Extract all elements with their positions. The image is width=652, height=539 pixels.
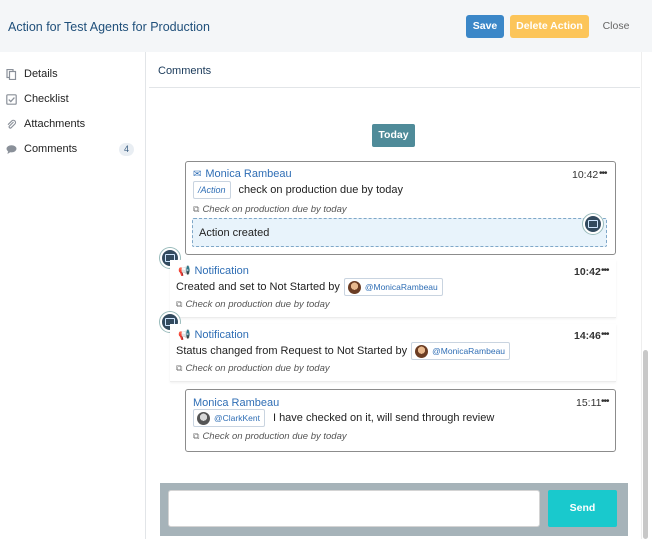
more-options-icon[interactable]: ••• xyxy=(601,329,609,340)
comment-text: I have checked on it, will send through … xyxy=(272,412,495,424)
avatar xyxy=(347,280,361,294)
author-name: Monica Rambeau xyxy=(205,168,292,180)
comment-reference[interactable]: ⧉ Check on production due by today xyxy=(176,363,330,374)
author-name: Notification xyxy=(194,265,249,277)
envelope-icon: ✉ xyxy=(193,168,202,180)
comment-reference[interactable]: ⧉ Check on production due by today xyxy=(193,204,347,215)
notification-author: 📢 Notification xyxy=(178,265,249,277)
save-button[interactable]: Save xyxy=(466,15,504,38)
comment-input[interactable] xyxy=(168,490,540,527)
sidebar-item-label: Checklist xyxy=(24,93,69,105)
comment-author[interactable]: ✉ Monica Rambeau xyxy=(193,168,292,180)
comment-text: Created and set to Not Started by xyxy=(176,281,340,293)
attached-event-text: Action created xyxy=(199,227,270,239)
date-divider: Today xyxy=(372,124,415,147)
reference-text: Check on production due by today xyxy=(202,204,347,215)
author-name: Monica Rambeau xyxy=(193,397,280,409)
sidebar: Details Checklist Attachments Comments 4 xyxy=(0,52,146,539)
user-mention[interactable]: @MonicaRambeau xyxy=(343,278,443,296)
sidebar-item-label: Details xyxy=(24,68,58,80)
comment-text: Status changed from Request to Not Start… xyxy=(176,345,408,357)
close-button[interactable]: Close xyxy=(598,15,634,38)
mention-name: @ClarkKent xyxy=(214,413,260,423)
link-icon: ⧉ xyxy=(176,299,183,309)
checkbox-icon xyxy=(6,93,17,105)
sidebar-item-attachments[interactable]: Attachments xyxy=(6,115,140,133)
more-options-icon[interactable]: ••• xyxy=(599,168,607,179)
comment-text: check on production due by today xyxy=(238,184,404,196)
delete-action-button[interactable]: Delete Action xyxy=(510,15,589,38)
comment-message: /Action check on production due by today xyxy=(193,181,403,199)
comment-author[interactable]: Monica Rambeau xyxy=(193,397,279,409)
mention-name: @MonicaRambeau xyxy=(364,282,438,292)
comments-heading: Comments xyxy=(158,65,212,77)
notification-author: 📢 Notification xyxy=(178,329,249,341)
comment-message: Created and set to Not Started by @Monic… xyxy=(176,278,447,296)
more-options-icon[interactable]: ••• xyxy=(601,396,609,407)
comment-time: 15:11 xyxy=(576,397,602,409)
reference-text: Check on production due by today xyxy=(202,431,347,442)
scrollbar-thumb[interactable] xyxy=(643,350,648,539)
link-icon: ⧉ xyxy=(176,363,183,373)
action-tag[interactable]: /Action xyxy=(193,181,231,199)
megaphone-icon: 📢 xyxy=(178,265,191,277)
mention-name: @MonicaRambeau xyxy=(432,346,506,356)
sidebar-item-label: Attachments xyxy=(24,118,86,130)
link-icon: ⧉ xyxy=(193,431,200,441)
comment-reference[interactable]: ⧉ Check on production due by today xyxy=(193,431,347,442)
sidebar-item-checklist[interactable]: Checklist xyxy=(6,90,140,108)
comment-time: 10:42 xyxy=(574,266,601,278)
avatar xyxy=(197,411,210,425)
avatar xyxy=(415,344,429,358)
author-name: Notification xyxy=(194,329,249,341)
send-button[interactable]: Send xyxy=(548,490,617,527)
paperclip-icon xyxy=(6,119,17,130)
comment-reference[interactable]: ⧉ Check on production due by today xyxy=(176,299,330,310)
sidebar-item-label: Comments xyxy=(24,143,78,155)
comment-message: Status changed from Request to Not Start… xyxy=(176,342,514,360)
more-options-icon[interactable]: ••• xyxy=(601,265,609,276)
comments-header: Comments xyxy=(149,52,640,88)
sidebar-item-details[interactable]: Details xyxy=(6,65,140,83)
link-icon: ⧉ xyxy=(193,204,200,214)
comment-time: 10:42 xyxy=(572,169,599,181)
chat-icon xyxy=(6,144,17,155)
sidebar-item-comments[interactable]: Comments 4 xyxy=(6,140,140,158)
comment-time: 14:46 xyxy=(574,330,601,342)
user-mention[interactable]: @MonicaRambeau xyxy=(411,342,511,360)
attached-event-box: Action created xyxy=(192,218,607,247)
user-mention[interactable]: @ClarkKent xyxy=(193,409,265,427)
action-header: Action for Test Agents for Production Sa… xyxy=(0,0,652,52)
document-icon xyxy=(6,68,17,80)
page-title: Action for Test Agents for Production xyxy=(8,20,210,34)
reference-text: Check on production due by today xyxy=(185,363,330,374)
comment-message: @ClarkKent I have checked on it, will se… xyxy=(193,409,494,427)
comments-count-badge: 4 xyxy=(118,143,134,156)
system-bot-icon xyxy=(583,214,603,234)
megaphone-icon: 📢 xyxy=(178,329,191,341)
reference-text: Check on production due by today xyxy=(185,299,330,310)
